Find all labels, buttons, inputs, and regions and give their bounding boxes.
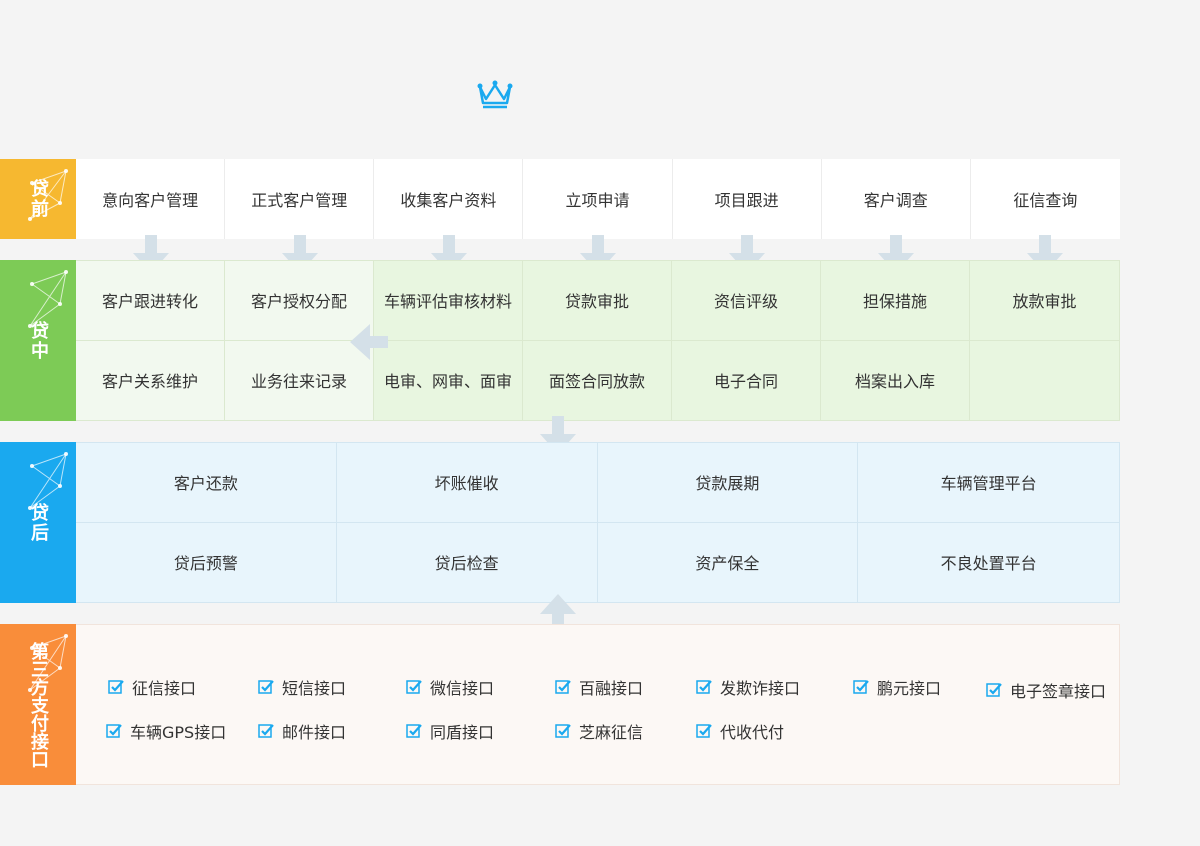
pre-loan-band: 贷前 意向客户管理 正式客户管理 收集客户资料 立项申请 项目跟进 客户调查 征…: [0, 159, 1120, 239]
interface-item[interactable]: 代收代付: [696, 719, 784, 743]
interface-item[interactable]: 同盾接口: [406, 719, 494, 743]
mid-loan-band: 贷中 客户跟进转化 客户授权分配 车辆评估审核材料 贷款审批 资信评级 担保措施…: [0, 260, 1120, 421]
interface-item[interactable]: 车辆GPS接口: [106, 719, 226, 743]
interface-label: 邮件接口: [282, 723, 347, 742]
checkbox-checked-icon: [258, 680, 274, 694]
pre-item-4[interactable]: 立项申请: [523, 159, 673, 239]
interface-label: 微信接口: [430, 679, 495, 698]
checkbox-checked-icon: [106, 724, 122, 738]
checkbox-checked-icon: [696, 680, 712, 694]
mid-loan-label: 贷中: [28, 320, 49, 361]
checkbox-checked-icon: [555, 724, 571, 738]
third-party-label: 第三方支付接口: [28, 641, 49, 768]
post-loan-band: 贷后 客户还款 坏账催收 贷款展期 车辆管理平台 贷后预警 贷后检查 资产保全 …: [0, 442, 1120, 603]
checkbox-checked-icon: [108, 680, 124, 694]
interface-item[interactable]: 芝麻征信: [555, 719, 643, 743]
post-item[interactable]: 贷后检查: [337, 522, 598, 602]
interface-label: 短信接口: [282, 679, 347, 698]
pre-item-3[interactable]: 收集客户资料: [374, 159, 524, 239]
interface-item[interactable]: 鹏元接口: [853, 675, 941, 699]
mid-item[interactable]: 客户关系维护: [76, 340, 225, 420]
mid-item[interactable]: 电子合同: [672, 340, 821, 420]
interface-label: 征信接口: [132, 679, 197, 698]
checkbox-checked-icon: [696, 724, 712, 738]
mid-item[interactable]: 担保措施: [821, 261, 970, 341]
pre-item-1[interactable]: 意向客户管理: [76, 159, 226, 239]
mid-item-empty: [970, 340, 1119, 420]
third-party-label-block: 第三方支付接口: [0, 624, 76, 785]
mid-item[interactable]: 客户跟进转化: [76, 261, 225, 341]
post-item[interactable]: 不良处置平台: [858, 523, 1119, 603]
interface-item[interactable]: 电子签章接口: [986, 678, 1106, 702]
mid-loan-label-block: 贷中: [0, 260, 76, 421]
post-item[interactable]: 贷款展期: [597, 443, 859, 523]
interface-label: 发欺诈接口: [720, 679, 801, 698]
interface-label: 同盾接口: [430, 723, 495, 742]
mid-item[interactable]: 档案出入库: [821, 340, 970, 420]
interface-label: 代收代付: [720, 723, 785, 742]
pre-loan-label-block: 贷前: [0, 159, 76, 239]
post-loan-label-block: 贷后: [0, 442, 76, 603]
left-arrow-icon: [350, 324, 388, 360]
post-loan-grid: 客户还款 坏账催收 贷款展期 车辆管理平台 贷后预警 贷后检查 资产保全 不良处…: [76, 442, 1120, 603]
checkbox-checked-icon: [986, 683, 1002, 697]
interface-item[interactable]: 微信接口: [406, 675, 494, 699]
post-item[interactable]: 车辆管理平台: [858, 443, 1119, 523]
interface-label: 车辆GPS接口: [130, 723, 227, 742]
mid-loan-grid: 客户跟进转化 客户授权分配 车辆评估审核材料 贷款审批 资信评级 担保措施 放款…: [76, 260, 1120, 421]
interface-label: 鹏元接口: [877, 679, 942, 698]
mid-item[interactable]: 资信评级: [672, 261, 821, 341]
pre-item-5[interactable]: 项目跟进: [673, 159, 822, 239]
mid-item[interactable]: 放款审批: [970, 261, 1119, 341]
interface-label: 芝麻征信: [579, 723, 644, 742]
mid-item[interactable]: 贷款审批: [523, 261, 672, 341]
pre-loan-grid: 意向客户管理 正式客户管理 收集客户资料 立项申请 项目跟进 客户调查 征信查询: [76, 159, 1120, 239]
pre-loan-label: 贷前: [28, 179, 49, 219]
mid-item[interactable]: 面签合同放款: [523, 340, 672, 420]
interface-item[interactable]: 征信接口: [108, 675, 196, 699]
third-party-band: 第三方支付接口 征信接口 短信接口 微信接口 百融接口 发欺诈接口 鹏元接口 电…: [0, 624, 1120, 785]
interface-label: 电子签章接口: [1010, 682, 1107, 701]
checkbox-checked-icon: [853, 680, 869, 694]
pre-item-6[interactable]: 客户调查: [822, 159, 971, 239]
pre-item-2[interactable]: 正式客户管理: [225, 159, 375, 239]
pre-item-7[interactable]: 征信查询: [971, 159, 1120, 239]
post-item[interactable]: 贷后预警: [76, 522, 337, 602]
checkbox-checked-icon: [406, 724, 422, 738]
checkbox-checked-icon: [258, 724, 274, 738]
checkbox-checked-icon: [406, 680, 422, 694]
interface-item[interactable]: 短信接口: [258, 675, 346, 699]
interface-item[interactable]: 邮件接口: [258, 719, 346, 743]
checkbox-checked-icon: [555, 680, 571, 694]
interface-label: 百融接口: [579, 679, 644, 698]
interface-panel: 征信接口 短信接口 微信接口 百融接口 发欺诈接口 鹏元接口 电子签章接口 车辆…: [76, 624, 1120, 785]
crown-icon: [477, 80, 513, 109]
post-loan-label: 贷后: [28, 502, 49, 543]
mid-item[interactable]: 车辆评估审核材料: [374, 261, 523, 341]
interface-item[interactable]: 发欺诈接口: [696, 675, 800, 699]
post-item[interactable]: 坏账催收: [336, 443, 598, 523]
interface-item[interactable]: 百融接口: [555, 675, 643, 699]
post-item[interactable]: 资产保全: [598, 522, 859, 602]
post-item[interactable]: 客户还款: [76, 443, 337, 523]
mid-item[interactable]: 电审、网审、面审: [374, 340, 523, 420]
